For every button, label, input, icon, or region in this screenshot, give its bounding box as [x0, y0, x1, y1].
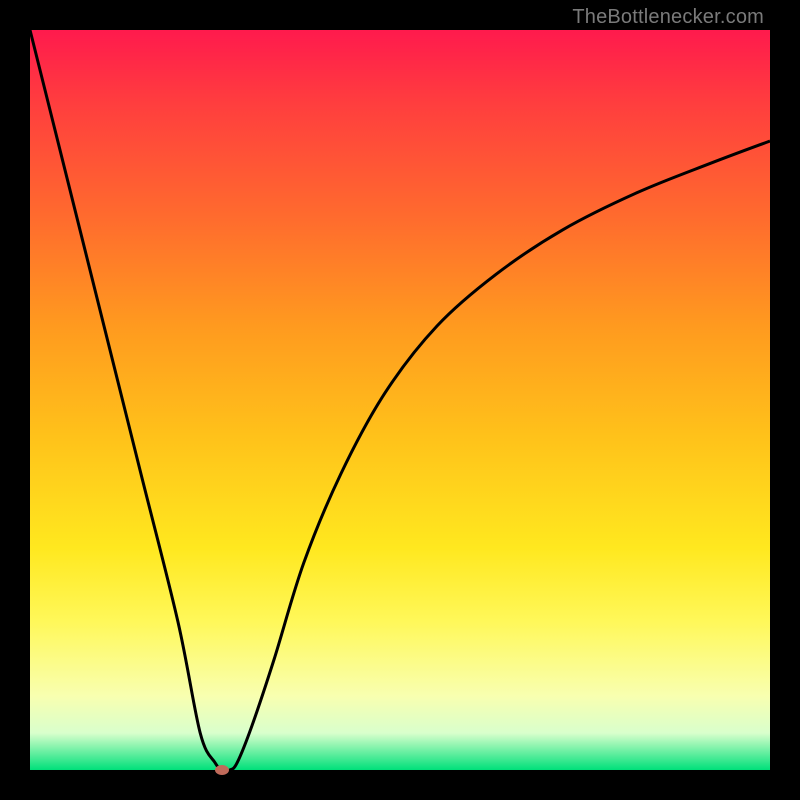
- chart-frame: [30, 30, 770, 770]
- curve-path: [30, 30, 770, 770]
- bottleneck-curve: [30, 30, 770, 770]
- attribution-text: TheBottlenecker.com: [572, 6, 764, 29]
- chart-plot-area: [30, 30, 770, 770]
- optimal-point-marker: [215, 765, 229, 775]
